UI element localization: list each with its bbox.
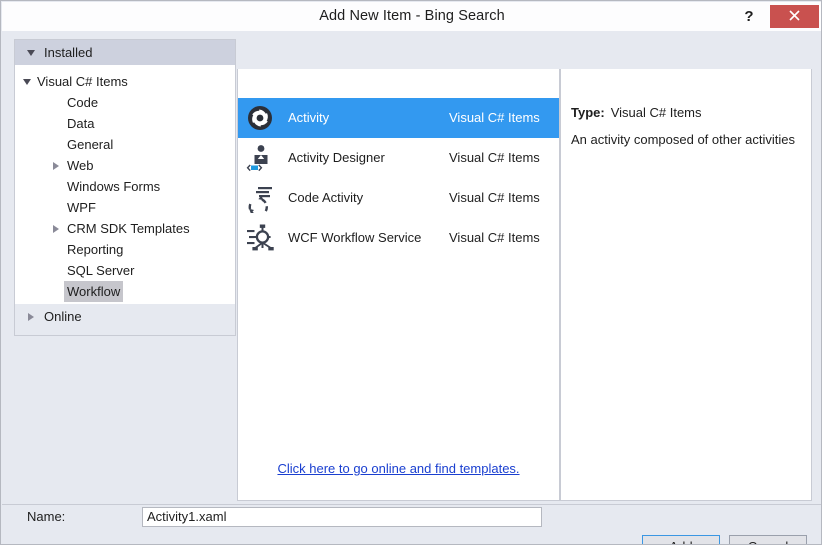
template-name: WCF Workflow Service	[288, 230, 422, 245]
tree-item-label: SQL Server	[67, 263, 135, 278]
tree-item-wpf[interactable]: WPF	[15, 197, 235, 218]
close-icon	[789, 10, 800, 21]
dialog-title: Add New Item - Bing Search	[319, 8, 505, 24]
tree-group-online-label: Online	[44, 309, 82, 324]
template-category: Visual C# Items	[449, 110, 540, 125]
tree-item-label: Visual C# Items	[37, 74, 128, 89]
tree-item-data[interactable]: Data	[15, 113, 235, 134]
wcf-workflow-service-icon	[247, 224, 274, 251]
chevron-right-icon	[28, 313, 34, 321]
chevron-right-icon[interactable]	[53, 225, 59, 233]
detail-type-row: Type: Visual C# Items	[571, 105, 702, 120]
tree-item-windows-forms[interactable]: Windows Forms	[15, 176, 235, 197]
template-category: Visual C# Items	[449, 190, 540, 205]
cancel-button[interactable]: Cancel	[729, 535, 807, 544]
detail-description: An activity composed of other activities	[571, 132, 795, 147]
tree-group-installed-label: Installed	[44, 45, 93, 60]
online-templates-link[interactable]: Click here to go online and find templat…	[238, 461, 559, 476]
tree-item-label: Code	[67, 95, 99, 110]
tree-item-label: WPF	[67, 200, 96, 215]
tree-item-label: General	[67, 137, 114, 152]
tree-item-general[interactable]: General	[15, 134, 235, 155]
template-category: Visual C# Items	[449, 150, 540, 165]
tree-group-online[interactable]: Online	[15, 304, 235, 335]
detail-type-value: Visual C# Items	[610, 105, 702, 120]
tree-group-installed[interactable]: Installed	[15, 40, 235, 65]
template-list-item[interactable]: Activity Designer Visual C# Items	[238, 138, 559, 178]
tree-items-container: Visual C# Items Code Data General Web Windows…	[15, 65, 235, 320]
code-activity-icon	[248, 187, 272, 213]
tree-item-label: Reporting	[67, 242, 124, 257]
add-new-item-dialog: Add New Item - Bing Search ? Installed V…	[0, 0, 822, 545]
name-input[interactable]: Activity1.xaml	[142, 507, 542, 527]
name-label: Name:	[27, 509, 66, 524]
template-name: Activity Designer	[288, 150, 385, 165]
tree-item-web[interactable]: Web	[15, 155, 235, 176]
template-list-item[interactable]: WCF Workflow Service Visual C# Items	[238, 218, 559, 258]
activity-designer-icon	[246, 145, 268, 172]
tree-item-label: Windows Forms	[67, 179, 161, 194]
detail-type-label: Type:	[571, 105, 605, 120]
chevron-down-icon	[27, 50, 35, 56]
tree-item-crm-sdk-templates[interactable]: CRM SDK Templates	[15, 218, 235, 239]
tree-item-reporting[interactable]: Reporting	[15, 239, 235, 260]
template-category: Visual C# Items	[449, 230, 540, 245]
template-name: Code Activity	[288, 190, 364, 205]
chevron-right-icon[interactable]	[53, 162, 59, 170]
dialog-body: Installed Visual C# Items Code Data General…	[2, 31, 821, 544]
tree-item-visual-c-items[interactable]: Visual C# Items	[15, 71, 235, 92]
tree-item-code[interactable]: Code	[15, 92, 235, 113]
template-list-item[interactable]: Code Activity Visual C# Items	[238, 178, 559, 218]
activity-icon	[248, 106, 272, 130]
template-name: Activity	[288, 110, 330, 125]
tree-item-sql-server[interactable]: SQL Server	[15, 260, 235, 281]
add-button[interactable]: Add	[642, 535, 720, 544]
close-button[interactable]	[770, 5, 819, 28]
template-list-rows: Activity Visual C# Items Activity Designer…	[238, 98, 559, 258]
tree-item-label: Web	[67, 158, 94, 173]
chevron-down-icon[interactable]	[23, 79, 31, 85]
template-list: Activity Visual C# Items Activity Designer…	[237, 69, 560, 501]
template-list-item[interactable]: Activity Visual C# Items	[238, 98, 559, 138]
name-input-value: Activity1.xaml	[147, 509, 227, 524]
title-bar: Add New Item - Bing Search ?	[2, 2, 821, 31]
tree-item-workflow[interactable]: Workflow	[15, 281, 235, 302]
tree-item-label: Workflow	[64, 281, 124, 302]
template-category-tree: Installed Visual C# Items Code Data General…	[14, 39, 236, 336]
tree-item-label: Data	[67, 116, 95, 131]
footer-divider	[2, 504, 821, 505]
help-button[interactable]: ?	[734, 2, 764, 31]
template-detail-panel: Type: Visual C# Items An activity compose…	[560, 69, 812, 501]
tree-item-label: CRM SDK Templates	[67, 221, 190, 236]
